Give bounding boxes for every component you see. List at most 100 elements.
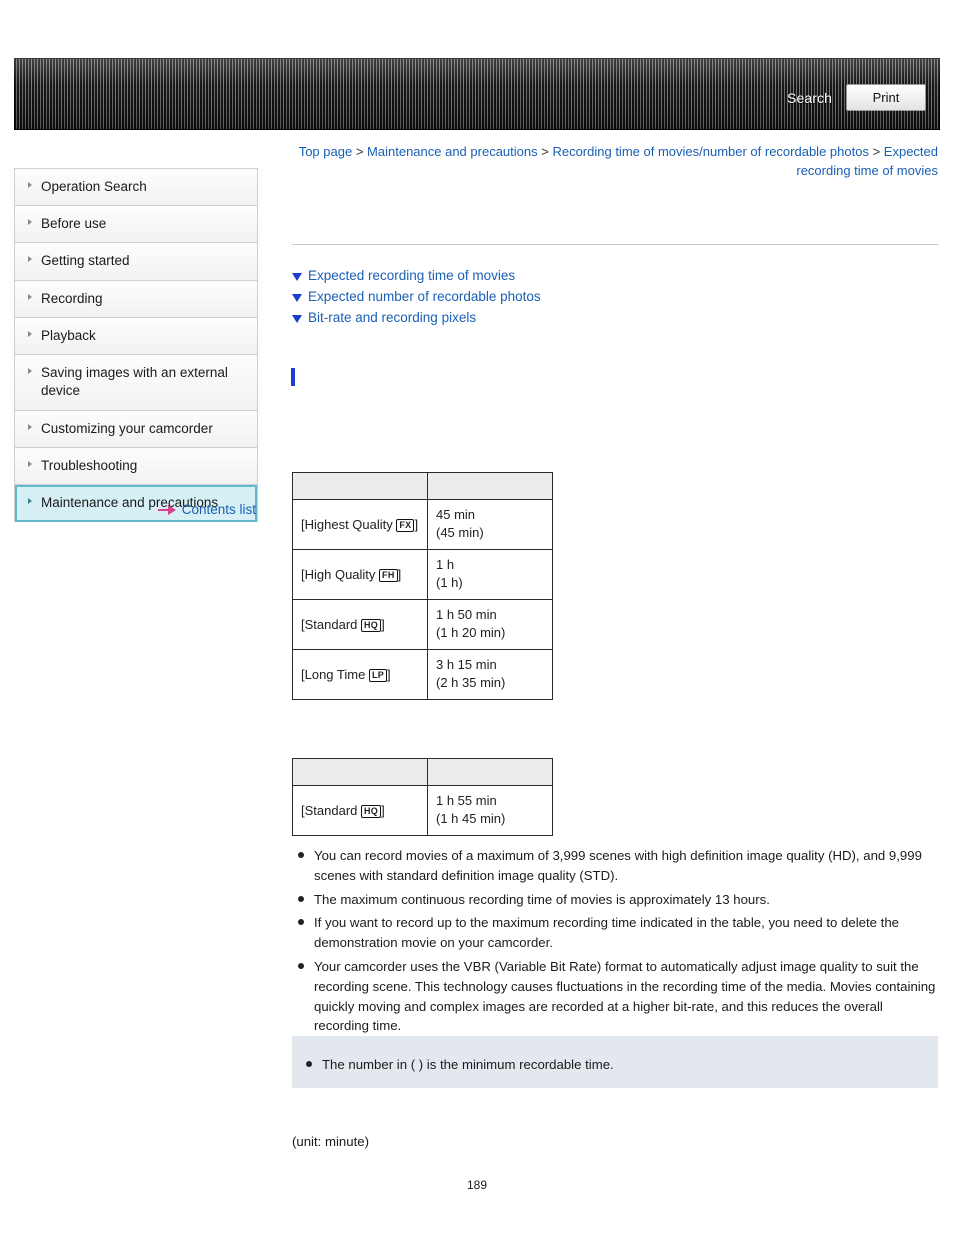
time-minimum: (2 h 35 min) [436,675,506,691]
jump-link-recordable-photos[interactable]: Expected number of recordable photos [292,289,938,304]
note-text: Your camcorder uses the VBR (Variable Bi… [314,958,936,1034]
jump-link-label: Expected number of recordable photos [308,289,541,304]
sidebar-item-saving-images[interactable]: Saving images with an external device [15,355,257,411]
table-cell-mode: [Long Time LP] [292,648,428,700]
sidebar-item-label: Troubleshooting [41,457,138,473]
time-primary: 1 h 50 min [436,606,497,622]
unit-note: (unit: minute) [292,1134,369,1149]
quality-badge-hq: HQ [361,804,382,818]
table-cell-mode: [High Quality FH] [292,548,428,600]
note-text: If you want to record up to the maximum … [314,915,899,951]
bullet-dot-icon [298,852,304,858]
time-primary: 45 min [436,507,476,522]
time-minimum: (1 h 20 min) [436,625,506,641]
sidebar-nav: Operation Search Before use Getting star… [14,168,258,523]
table-cell-mode: [Highest Quality FX] [292,499,428,550]
note-item: The maximum continuous recording time of… [292,890,938,910]
sidebar-item-label: Recording [41,290,103,306]
mode-text-end: ] [381,802,385,818]
page-number: 189 [466,1178,488,1192]
jump-link-bit-rate[interactable]: Bit-rate and recording pixels [292,310,938,325]
std-recording-time-table: [Standard HQ] 1 h 55 min (1 h 45 min) [292,758,553,836]
breadcrumb-item-recording-time[interactable]: Recording time of movies/number of recor… [552,144,869,159]
tip-item: The number in ( ) is the minimum recorda… [292,1036,938,1075]
time-primary: 1 h [436,556,455,572]
sidebar-item-label: Getting started [41,253,130,269]
mode-text-end: ] [397,566,402,582]
triangle-down-icon [292,315,302,323]
breadcrumb-separator: > [541,144,549,159]
breadcrumb-separator: > [872,144,881,159]
sidebar-item-label: Saving images with an external device [41,365,228,399]
bullet-icon [28,423,32,430]
table-cell-time: 45 min (45 min) [427,499,553,550]
sidebar-item-label: Playback [41,327,96,343]
breadcrumb-item-top-page[interactable]: Top page [299,144,353,159]
content-divider [292,244,938,245]
mode-text: [High Quality [301,566,380,582]
table-cell-time: 1 h 55 min (1 h 45 min) [427,785,553,836]
tip-callout-box: The number in ( ) is the minimum recorda… [292,1036,938,1088]
header-controls: Search Print [787,84,926,111]
table-row: [Standard HQ] 1 h 50 min (1 h 20 min) [292,598,553,650]
bullet-icon [28,256,32,263]
quality-badge-hq: HQ [361,618,382,632]
mode-text: [Standard [301,802,361,818]
table-header-cell-time [427,472,553,500]
mode-text: [Highest Quality [301,516,397,532]
time-minimum: (1 h 45 min) [436,811,506,827]
table-cell-mode: [Standard HQ] [292,598,428,650]
sidebar-item-troubleshooting[interactable]: Troubleshooting [15,447,257,485]
table-header-cell-time [427,758,553,786]
quality-badge-fh: FH [379,568,398,582]
bullet-icon [28,182,32,188]
page-header-banner: Search Print [14,58,940,130]
sidebar-item-customizing[interactable]: Customizing your camcorder [15,410,257,448]
time-minimum: (1 h) [436,575,463,591]
mode-text-end: ] [387,666,391,682]
quality-badge-fx: FX [396,518,415,532]
sidebar-item-label: Customizing your camcorder [41,420,213,436]
quality-badge-lp: LP [368,668,388,682]
sidebar-item-operation-search[interactable]: Operation Search [15,169,257,207]
table-cell-mode: [Standard HQ] [292,785,428,836]
triangle-down-icon [292,273,302,281]
sidebar-item-playback[interactable]: Playback [15,317,257,356]
arrow-right-icon [157,504,176,515]
triangle-down-icon [292,294,302,302]
bullet-icon [28,293,32,300]
hd-recording-time-table: [Highest Quality FX] 45 min (45 min) [Hig… [292,472,553,700]
note-text: You can record movies of a maximum of 3,… [314,848,922,883]
table-cell-time: 1 h (1 h) [427,548,553,600]
table-cell-time: 3 h 15 min (2 h 35 min) [427,648,553,700]
note-item: You can record movies of a maximum of 3,… [292,846,938,886]
breadcrumb: Top page > Maintenance and precautions >… [292,142,938,180]
sidebar-item-getting-started[interactable]: Getting started [15,243,257,281]
jump-links-list: Expected recording time of movies Expect… [292,268,938,331]
bullet-dot-icon [306,1061,312,1067]
sidebar-item-recording[interactable]: Recording [15,280,257,318]
jump-link-expected-recording-time[interactable]: Expected recording time of movies [292,268,938,283]
search-label[interactable]: Search [787,90,832,106]
time-primary: 3 h 15 min [436,656,497,672]
bullet-icon [28,219,32,226]
table-row: [High Quality FH] 1 h (1 h) [292,548,553,600]
contents-list-label: Contents list [181,502,256,517]
sidebar-item-label: Operation Search [41,179,147,194]
bullet-icon [28,330,32,337]
sidebar-item-label: Before use [41,216,107,232]
jump-link-label: Bit-rate and recording pixels [308,310,477,325]
table-header-cell-mode [292,758,428,786]
mode-text-end: ] [414,516,419,532]
breadcrumb-item-maintenance[interactable]: Maintenance and precautions [367,144,538,159]
contents-list-link[interactable]: Contents list [14,502,258,517]
mode-text-end: ] [381,616,385,632]
time-minimum: (45 min) [436,525,484,541]
note-item: Your camcorder uses the VBR (Variable Bi… [292,957,938,1036]
bullet-dot-icon [298,962,304,969]
notes-list: You can record movies of a maximum of 3,… [292,846,938,1040]
mode-text: [Long Time [301,666,369,682]
table-row: [Highest Quality FX] 45 min (45 min) [292,499,553,550]
print-button[interactable]: Print [846,84,926,111]
sidebar-item-before-use[interactable]: Before use [15,206,257,244]
